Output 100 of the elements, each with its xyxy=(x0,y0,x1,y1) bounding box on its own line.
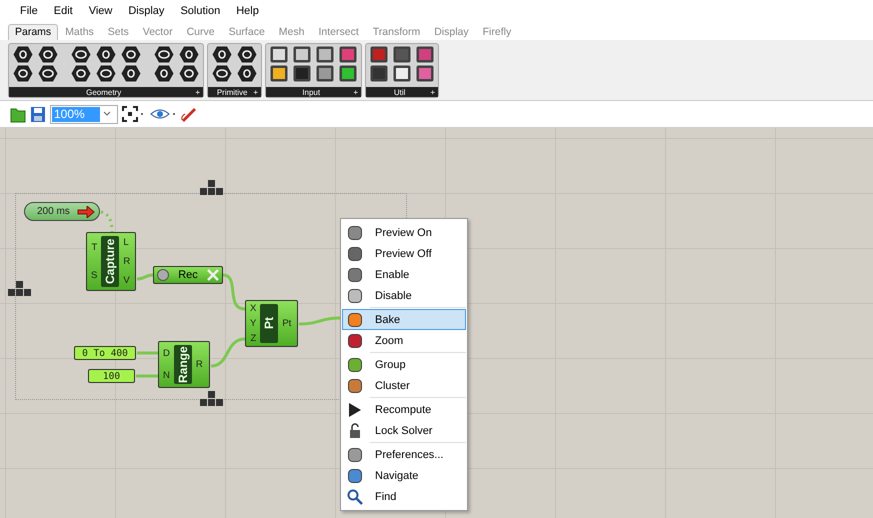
menu-item[interactable]: Help xyxy=(228,5,267,17)
hexagon-icon[interactable] xyxy=(96,65,116,82)
button-icon xyxy=(157,269,169,281)
ribbon-tab[interactable]: Transform xyxy=(366,24,428,40)
menu-item[interactable]: Display xyxy=(120,5,172,17)
menu-item[interactable]: View xyxy=(80,5,120,17)
ribbon-tab[interactable]: Firefly xyxy=(476,24,518,40)
output-port[interactable]: R xyxy=(123,256,130,267)
tool-icon[interactable] xyxy=(293,46,311,63)
ribbon-tab[interactable]: Params xyxy=(8,24,58,40)
output-port[interactable]: V xyxy=(123,275,130,286)
hexagon-icon[interactable] xyxy=(38,46,58,63)
save-icon[interactable] xyxy=(30,106,46,122)
tool-icon[interactable] xyxy=(370,65,388,82)
hexagon-icon[interactable] xyxy=(96,46,116,63)
hexagon-icon[interactable] xyxy=(38,65,58,82)
group-handle-icon[interactable] xyxy=(8,281,32,297)
ribbon-tab[interactable]: Surface xyxy=(222,24,272,40)
hexagon-icon[interactable] xyxy=(71,46,91,63)
menu-option[interactable]: Preview Off xyxy=(342,243,466,264)
menu-option[interactable]: Group xyxy=(342,354,466,375)
input-port[interactable]: N xyxy=(163,370,170,382)
output-port[interactable]: Pt xyxy=(282,318,292,329)
menu-option[interactable]: Zoom xyxy=(342,330,466,351)
tool-icon[interactable] xyxy=(393,65,411,82)
component-node[interactable]: X Y Z Pt Pt xyxy=(245,300,298,347)
timer-node[interactable]: 200 ms xyxy=(24,202,100,221)
input-port[interactable]: Y xyxy=(250,318,256,329)
output-port[interactable]: L xyxy=(123,237,129,248)
cross-icon xyxy=(207,269,219,281)
menu-option[interactable]: Preview On xyxy=(342,222,466,243)
hexagon-icon[interactable] xyxy=(154,65,174,82)
input-port[interactable]: Z xyxy=(250,333,256,344)
menu-option[interactable]: Lock Solver xyxy=(342,420,466,441)
search-icon xyxy=(347,488,363,504)
hexagon-icon[interactable] xyxy=(71,65,91,82)
tool-icon[interactable] xyxy=(316,46,334,63)
menu-item[interactable]: Solution xyxy=(172,5,228,17)
expand-button[interactable]: + xyxy=(253,88,258,96)
ribbon-tab[interactable]: Mesh xyxy=(272,24,312,40)
hexagon-icon[interactable] xyxy=(154,46,174,63)
hexagon-icon[interactable] xyxy=(121,65,141,82)
ribbon-tab[interactable]: Curve xyxy=(180,24,222,40)
group-handle-icon[interactable] xyxy=(200,391,224,407)
hexagon-icon[interactable] xyxy=(13,46,33,63)
wire xyxy=(210,338,246,368)
panel-node[interactable]: 0 To 400 xyxy=(74,346,136,360)
tool-icon[interactable] xyxy=(393,46,411,63)
component-icon xyxy=(347,224,363,240)
zoom-extents-icon[interactable] xyxy=(122,106,146,122)
menu-option[interactable]: Enable xyxy=(342,264,466,285)
hexagon-icon[interactable] xyxy=(237,65,257,82)
tool-icon[interactable] xyxy=(270,65,288,82)
tool-icon[interactable] xyxy=(270,46,288,63)
hexagon-icon[interactable] xyxy=(121,46,141,63)
tool-icon[interactable] xyxy=(370,46,388,63)
expand-button[interactable]: + xyxy=(430,88,435,96)
tool-icon[interactable] xyxy=(293,65,311,82)
hexagon-icon[interactable] xyxy=(179,65,199,82)
menu-option[interactable]: Preferences... xyxy=(342,444,466,465)
hexagon-icon[interactable] xyxy=(179,46,199,63)
panel-node[interactable]: 100 xyxy=(88,369,135,383)
menu-option[interactable]: Bake xyxy=(342,309,466,330)
wire xyxy=(136,374,158,378)
tool-icon[interactable] xyxy=(416,46,434,63)
menu-item[interactable]: Edit xyxy=(46,5,81,17)
tool-icon[interactable] xyxy=(339,65,357,82)
hexagon-icon[interactable] xyxy=(212,65,232,82)
tool-icon[interactable] xyxy=(316,65,334,82)
menu-item[interactable]: File xyxy=(12,5,46,17)
input-port[interactable]: T xyxy=(92,242,98,253)
menu-option[interactable]: Recompute xyxy=(342,399,466,420)
component-icon xyxy=(347,356,363,372)
menu-option[interactable]: Navigate xyxy=(342,465,466,486)
ribbon-tab[interactable]: Vector xyxy=(136,24,180,40)
toggle-node[interactable]: Rec xyxy=(153,266,223,284)
ribbon-tab[interactable]: Maths xyxy=(58,24,101,40)
ribbon-tab[interactable]: Sets xyxy=(100,24,136,40)
menu-option[interactable]: Find xyxy=(342,486,466,507)
expand-button[interactable]: + xyxy=(195,88,200,96)
group-handle-icon[interactable] xyxy=(200,180,224,196)
output-port[interactable]: R xyxy=(196,359,203,370)
menu-option[interactable]: Disable xyxy=(342,285,466,306)
wire xyxy=(222,274,246,310)
hexagon-icon[interactable] xyxy=(212,46,232,63)
group-label: Geometry xyxy=(85,88,122,96)
expand-button[interactable]: + xyxy=(353,88,358,96)
ribbon-tab[interactable]: Display xyxy=(427,24,476,40)
input-port[interactable]: X xyxy=(250,303,256,314)
component-icon xyxy=(347,468,363,484)
pen-icon[interactable] xyxy=(180,106,198,122)
folder-icon[interactable] xyxy=(10,106,26,122)
input-port[interactable]: D xyxy=(163,348,170,359)
input-port[interactable]: S xyxy=(91,270,98,282)
menu-option[interactable]: Cluster xyxy=(342,375,466,396)
hexagon-icon[interactable] xyxy=(237,46,257,63)
hexagon-icon[interactable] xyxy=(13,65,33,82)
ribbon-tab[interactable]: Intersect xyxy=(311,24,366,40)
tool-icon[interactable] xyxy=(416,65,434,82)
tool-icon[interactable] xyxy=(339,46,357,63)
